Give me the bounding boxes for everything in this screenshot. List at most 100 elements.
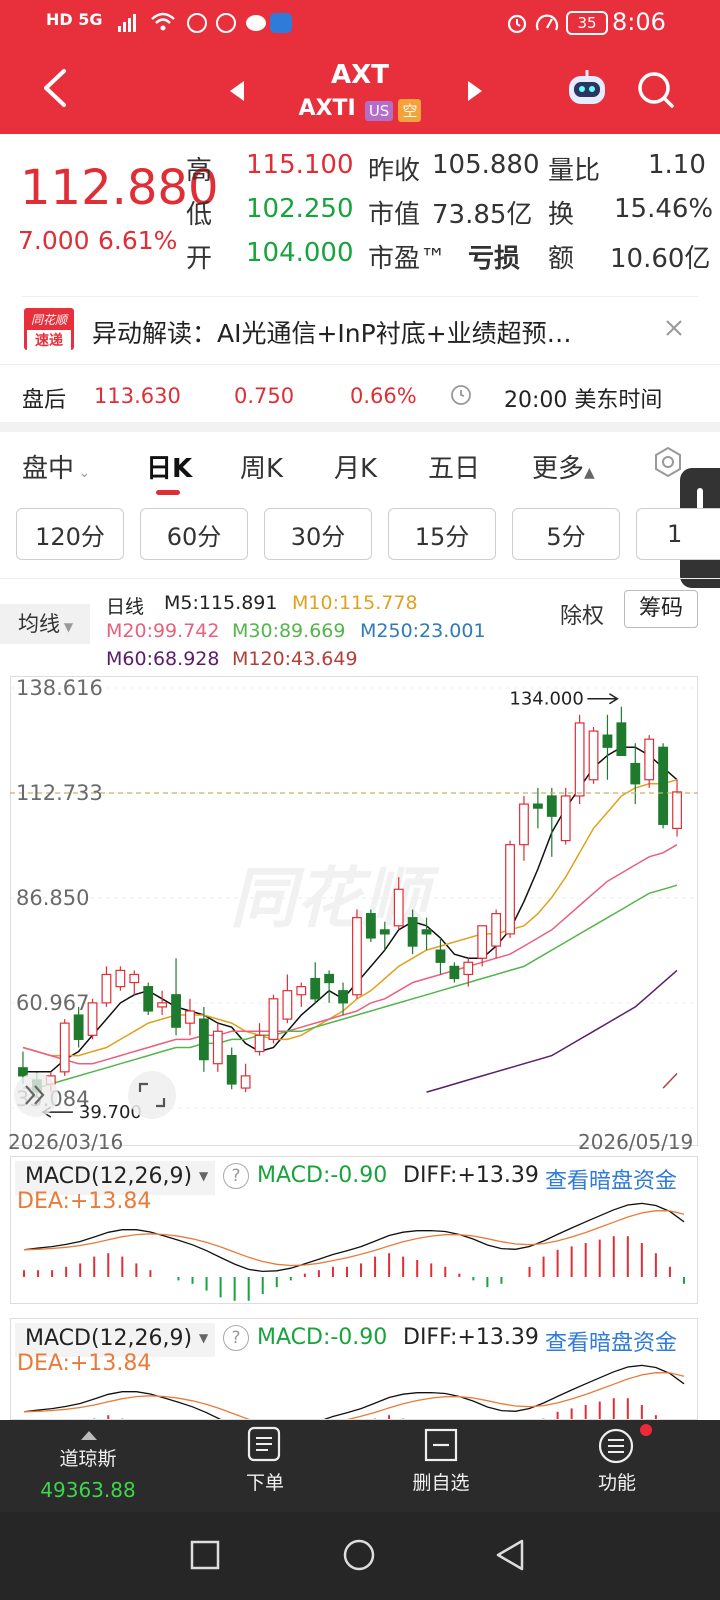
tab-more[interactable]: 更多▲ [532, 448, 595, 485]
candlestick-chart[interactable]: 同花顺 138.616112.73386.85060.96735.084 134… [10, 676, 698, 1146]
tab-60min[interactable]: 60分 [140, 508, 248, 560]
x-axis-start: 2026/03/16 [8, 1130, 124, 1154]
candle-body [115, 969, 126, 988]
candle-body [226, 1055, 237, 1085]
robot-assistant-icon[interactable] [566, 68, 608, 114]
tab-5min[interactable]: 5分 [512, 508, 620, 560]
candle-body [435, 949, 446, 963]
tab-monthly-k[interactable]: 月K [334, 448, 377, 485]
settings-icon[interactable] [652, 446, 684, 482]
ma-select-label: 均线 [18, 612, 60, 636]
order-button[interactable]: 下单 [200, 1420, 330, 1512]
open-value: 104.000 [246, 238, 354, 268]
candle-body [574, 722, 585, 797]
mkt-cap-value: 73.85亿 [432, 200, 533, 230]
back-triangle-icon[interactable] [494, 1538, 526, 1576]
candle-body [616, 722, 627, 757]
candle-body [449, 965, 460, 980]
tab-15min[interactable]: 15分 [388, 508, 496, 560]
y-tick-label: 86.850 [16, 886, 89, 910]
macd-chart [23, 1364, 685, 1419]
tab-intraday[interactable]: 盘中 ⌄ [22, 448, 90, 485]
news-headline[interactable]: 异动解读：AI光通信+InP衬底+业绩超预… [92, 314, 572, 350]
section-separator [0, 422, 720, 432]
stock-symbol-row: AXTI US 空 [260, 96, 460, 122]
order-form-icon [246, 1426, 282, 1466]
candle-body [602, 734, 613, 748]
x-axis-end: 2026/05/19 [578, 1130, 694, 1154]
stock-symbol: AXTI [298, 96, 356, 121]
candle-body [463, 961, 474, 976]
top-bar: HD 5G 35 8:06 AXT AXTI US 空 [0, 0, 720, 134]
divider [0, 578, 720, 579]
home-circle-icon[interactable] [342, 1538, 376, 1576]
candle-body [519, 803, 529, 846]
clock-icon [450, 384, 472, 410]
fullscreen-icon[interactable] [128, 1071, 176, 1119]
mkt-cap-label: 市值 [368, 200, 421, 230]
ma-legend-title: 日线 [106, 596, 145, 618]
candle-body [87, 1002, 98, 1036]
triangle-up-icon [80, 1426, 98, 1445]
next-stock-icon[interactable] [466, 80, 484, 106]
menu-circle-icon [598, 1428, 634, 1468]
ma-m30: M30:89.669 [232, 620, 346, 642]
functions-button[interactable]: 功能 [552, 1420, 682, 1512]
y-tick-label: 138.616 [16, 676, 103, 700]
news-logo-bottom: 速递 [27, 330, 71, 350]
battery-icon: 35 [566, 11, 608, 35]
index-ticker[interactable]: 道琼斯 49363.88 [0, 1420, 176, 1512]
candle-body [18, 1067, 28, 1077]
candle-body [143, 986, 154, 1012]
ex-right-button[interactable]: 除权 [560, 598, 604, 630]
remove-watchlist-button[interactable]: 删自选 [376, 1420, 506, 1512]
price-change-pct: 6.61% [98, 226, 178, 255]
y-tick-label: 60.967 [16, 991, 89, 1015]
status-left-icons: HD 5G [46, 10, 103, 29]
chips-button[interactable]: 筹码 [624, 590, 698, 628]
tab-weekly-k[interactable]: 周K [240, 448, 283, 485]
candle-body [240, 1075, 251, 1089]
tab-30min[interactable]: 30分 [264, 508, 372, 560]
ma-select-button[interactable]: 均线 ▼ [0, 604, 90, 644]
candle-body [560, 795, 571, 842]
prev-stock-icon[interactable] [228, 80, 246, 106]
tab-120min[interactable]: 120分 [16, 508, 124, 560]
ma-m250: M250:23.001 [360, 620, 486, 642]
candle-body [672, 791, 682, 830]
close-icon[interactable] [664, 318, 684, 342]
low-label: 低 [186, 200, 213, 230]
functions-label: 功能 [597, 1472, 636, 1494]
ma-m120: M120:43.649 [232, 648, 358, 670]
ma-m10: M10:115.778 [292, 592, 418, 614]
chevron-down-icon: ⌄ [74, 465, 91, 481]
vol-ratio-value: 1.10 [648, 150, 706, 180]
recents-square-icon[interactable] [190, 1540, 220, 1574]
pe-label: 市盈™ [368, 244, 447, 274]
candle-body [296, 986, 307, 996]
search-icon[interactable] [636, 70, 676, 114]
system-nav-bar [0, 1512, 720, 1600]
high-value: 115.100 [246, 150, 354, 180]
pe-value: 亏损 [468, 244, 521, 274]
candle-body [421, 929, 432, 935]
tab-daily-k[interactable]: 日K [146, 448, 192, 485]
candle-body [365, 913, 376, 939]
status-time: 8:06 [612, 8, 666, 36]
after-hours-time: 20:00 美东时间 [504, 388, 663, 413]
ma-m20: M20:99.742 [106, 620, 220, 642]
remove-watchlist-label: 删自选 [412, 1472, 470, 1494]
ma-m60: M60:68.928 [106, 648, 220, 670]
candle-body [212, 1030, 223, 1065]
after-hours-change: 0.750 [234, 384, 295, 408]
tab-five-day[interactable]: 五日 [428, 448, 480, 485]
divider [0, 364, 720, 365]
candle-body [59, 1022, 70, 1073]
tab-1min[interactable]: 1 [636, 508, 720, 560]
expand-drawer-icon[interactable] [14, 1073, 58, 1117]
macd-chart [23, 1202, 685, 1301]
candle-body [73, 1014, 84, 1040]
tab-more-label: 更多 [532, 454, 585, 484]
back-arrow-icon[interactable] [40, 68, 70, 112]
high-annotation: 134.000 [509, 689, 583, 710]
